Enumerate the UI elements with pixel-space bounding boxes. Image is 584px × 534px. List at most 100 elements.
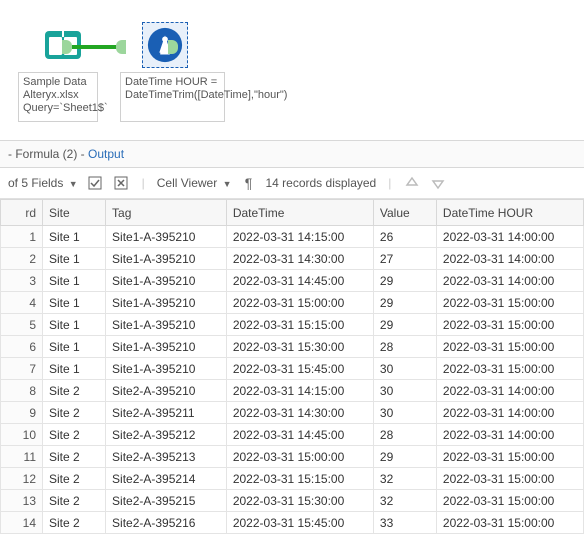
table-row[interactable]: 6Site 1Site1-A-3952102022-03-31 15:30:00…: [1, 336, 584, 358]
cell-tag: Site1-A-395210: [106, 226, 227, 248]
cell-value: 29: [373, 446, 436, 468]
cell-record: 4: [1, 292, 43, 314]
cell-value: 32: [373, 468, 436, 490]
cell-site: Site 1: [43, 358, 106, 380]
cell-tag: Site2-A-395213: [106, 446, 227, 468]
cell-value: 27: [373, 248, 436, 270]
col-value[interactable]: Value: [373, 200, 436, 226]
cell-site: Site 2: [43, 490, 106, 512]
cell-value: 33: [373, 512, 436, 534]
cell-site: Site 2: [43, 402, 106, 424]
cell-value: 29: [373, 314, 436, 336]
cell-tag: Site1-A-395210: [106, 292, 227, 314]
table-row[interactable]: 13Site 2Site2-A-3952152022-03-31 15:30:0…: [1, 490, 584, 512]
table-row[interactable]: 12Site 2Site2-A-3952142022-03-31 15:15:0…: [1, 468, 584, 490]
separator: |: [142, 176, 145, 190]
cell-tag: Site2-A-395210: [106, 380, 227, 402]
cell-record: 6: [1, 336, 43, 358]
output-anchor-formula[interactable]: [168, 40, 178, 54]
table-row[interactable]: 2Site 1Site1-A-3952102022-03-31 14:30:00…: [1, 248, 584, 270]
cell-value: 30: [373, 402, 436, 424]
cell-datetime-hour: 2022-03-31 15:00:00: [436, 468, 583, 490]
cell-record: 7: [1, 358, 43, 380]
cell-value: 30: [373, 358, 436, 380]
table-row[interactable]: 9Site 2Site2-A-3952112022-03-31 14:30:00…: [1, 402, 584, 424]
cell-tag: Site2-A-395216: [106, 512, 227, 534]
arrow-up-icon[interactable]: [403, 174, 421, 192]
cell-datetime: 2022-03-31 14:30:00: [226, 248, 373, 270]
cell-datetime: 2022-03-31 15:45:00: [226, 358, 373, 380]
cell-site: Site 1: [43, 336, 106, 358]
table-row[interactable]: 5Site 1Site1-A-3952102022-03-31 15:15:00…: [1, 314, 584, 336]
cell-tag: Site1-A-395210: [106, 336, 227, 358]
col-datetime-hour[interactable]: DateTime HOUR: [436, 200, 583, 226]
arrow-down-icon[interactable]: [429, 174, 447, 192]
cell-datetime-hour: 2022-03-31 15:00:00: [436, 512, 583, 534]
cell-datetime-hour: 2022-03-31 15:00:00: [436, 358, 583, 380]
table-row[interactable]: 1Site 1Site1-A-3952102022-03-31 14:15:00…: [1, 226, 584, 248]
input-data-tool[interactable]: Sample Data Alteryx.xlsx Query=`Sheet1$`: [18, 22, 108, 122]
cell-datetime-hour: 2022-03-31 15:00:00: [436, 446, 583, 468]
cell-record: 1: [1, 226, 43, 248]
formula-tool[interactable]: DateTime HOUR = DateTimeTrim([DateTime],…: [120, 22, 210, 122]
cell-viewer-label: Cell Viewer: [157, 176, 217, 190]
cell-datetime-hour: 2022-03-31 14:00:00: [436, 248, 583, 270]
chevron-down-icon: ▼: [69, 179, 78, 189]
results-table: rd Site Tag DateTime Value DateTime HOUR…: [0, 199, 584, 534]
breadcrumb-text: - Formula (2) -: [8, 147, 88, 161]
cell-value: 30: [373, 380, 436, 402]
breadcrumb-output-link[interactable]: Output: [88, 147, 124, 161]
cell-datetime-hour: 2022-03-31 15:00:00: [436, 292, 583, 314]
cell-value: 28: [373, 424, 436, 446]
cell-datetime: 2022-03-31 14:15:00: [226, 380, 373, 402]
col-datetime[interactable]: DateTime: [226, 200, 373, 226]
cell-tag: Site1-A-395210: [106, 270, 227, 292]
cell-record: 13: [1, 490, 43, 512]
cell-datetime: 2022-03-31 14:45:00: [226, 424, 373, 446]
cell-datetime: 2022-03-31 14:45:00: [226, 270, 373, 292]
cell-datetime-hour: 2022-03-31 15:00:00: [436, 314, 583, 336]
deselect-all-icon[interactable]: [112, 174, 130, 192]
cell-tag: Site2-A-395212: [106, 424, 227, 446]
table-row[interactable]: 7Site 1Site1-A-3952102022-03-31 15:45:00…: [1, 358, 584, 380]
cell-record: 12: [1, 468, 43, 490]
cell-site: Site 2: [43, 380, 106, 402]
table-row[interactable]: 3Site 1Site1-A-3952102022-03-31 14:45:00…: [1, 270, 584, 292]
cell-datetime: 2022-03-31 14:30:00: [226, 402, 373, 424]
table-row[interactable]: 14Site 2Site2-A-3952162022-03-31 15:45:0…: [1, 512, 584, 534]
cell-datetime: 2022-03-31 14:15:00: [226, 226, 373, 248]
cell-value: 32: [373, 490, 436, 512]
cell-site: Site 1: [43, 292, 106, 314]
cell-value: 28: [373, 336, 436, 358]
cell-datetime-hour: 2022-03-31 14:00:00: [436, 424, 583, 446]
cell-datetime-hour: 2022-03-31 15:00:00: [436, 490, 583, 512]
fields-dropdown[interactable]: of 5 Fields ▼: [8, 176, 78, 190]
cell-tag: Site2-A-395214: [106, 468, 227, 490]
paragraph-icon[interactable]: ¶: [239, 174, 257, 192]
cell-site: Site 1: [43, 248, 106, 270]
formula-tool-label: DateTime HOUR = DateTimeTrim([DateTime],…: [120, 72, 225, 122]
table-row[interactable]: 10Site 2Site2-A-3952122022-03-31 14:45:0…: [1, 424, 584, 446]
connection[interactable]: [72, 45, 120, 49]
select-all-icon[interactable]: [86, 174, 104, 192]
cell-datetime: 2022-03-31 15:15:00: [226, 314, 373, 336]
cell-tag: Site1-A-395210: [106, 314, 227, 336]
col-tag[interactable]: Tag: [106, 200, 227, 226]
table-row[interactable]: 4Site 1Site1-A-395210 2022-03-31 15:00:00…: [1, 292, 584, 314]
cell-value: 26: [373, 226, 436, 248]
table-row[interactable]: 11Site 2Site2-A-3952132022-03-31 15:00:0…: [1, 446, 584, 468]
cell-viewer-dropdown[interactable]: Cell Viewer ▼: [157, 176, 232, 190]
cell-datetime: 2022-03-31 15:15:00: [226, 468, 373, 490]
cell-record: 9: [1, 402, 43, 424]
cell-site: Site 2: [43, 446, 106, 468]
output-anchor[interactable]: [62, 40, 72, 54]
col-site[interactable]: Site: [43, 200, 106, 226]
table-row[interactable]: 8Site 2Site2-A-3952102022-03-31 14:15:00…: [1, 380, 584, 402]
cell-datetime-hour: 2022-03-31 14:00:00: [436, 226, 583, 248]
cell-datetime: 2022-03-31 15:30:00: [226, 336, 373, 358]
col-record[interactable]: rd: [1, 200, 43, 226]
workflow-canvas[interactable]: Sample Data Alteryx.xlsx Query=`Sheet1$`…: [0, 0, 584, 140]
cell-record: 14: [1, 512, 43, 534]
cell-datetime: 2022-03-31 15:00:00: [226, 446, 373, 468]
cell-site: Site 2: [43, 512, 106, 534]
